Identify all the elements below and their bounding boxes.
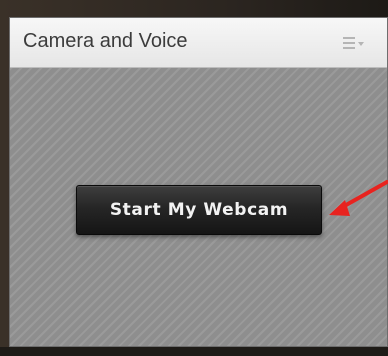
footer-strip — [0, 347, 388, 356]
app-background: Camera and Voice Start My Webcam — [0, 0, 388, 356]
pod-header: Camera and Voice — [10, 18, 387, 68]
pod-body: Start My Webcam — [10, 68, 387, 346]
start-webcam-button[interactable]: Start My Webcam — [76, 185, 322, 235]
camera-voice-pod: Camera and Voice Start My Webcam — [9, 17, 388, 347]
pod-menu-icon[interactable] — [343, 35, 365, 51]
pod-title: Camera and Voice — [23, 30, 188, 52]
